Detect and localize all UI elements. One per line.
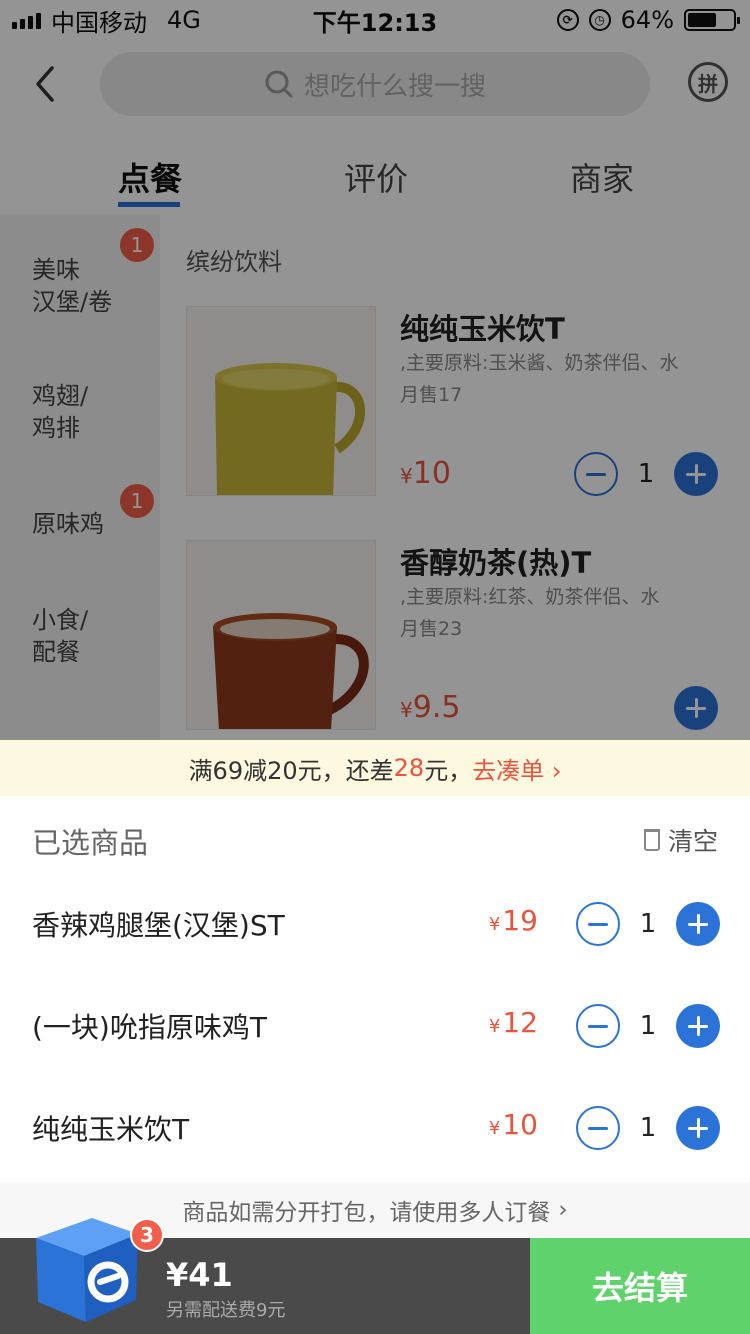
chevron-right-icon: › <box>558 1197 568 1223</box>
cart-box-icon[interactable] <box>30 1210 142 1324</box>
decrease-button[interactable] <box>576 1106 620 1150</box>
quantity-stepper: 1 <box>576 1004 720 1048</box>
cart-item-name: 香辣鸡腿堡(汉堡)ST <box>32 909 285 942</box>
delivery-fee: 另需配送费9元 <box>166 1300 286 1321</box>
cart-item: (一块)吮指原味鸡T ¥12 1 <box>0 976 750 1076</box>
clear-cart-button[interactable]: 清空 <box>643 822 718 858</box>
cart-item-price: ¥10 <box>488 1108 538 1141</box>
add-more-link[interactable]: 去凑单 › <box>472 751 561 786</box>
increase-button[interactable] <box>676 1106 720 1150</box>
cart-item-name: 纯纯玉米饮T <box>32 1113 190 1146</box>
trash-icon <box>643 829 660 851</box>
cart-sheet: 已选商品 清空 香辣鸡腿堡(汉堡)ST ¥19 1 (一块)吮指原味鸡T ¥12… <box>0 796 750 1182</box>
cart-title: 已选商品 <box>32 826 149 860</box>
quantity-stepper: 1 <box>576 902 720 946</box>
cart-item: 纯纯玉米饮T ¥10 1 <box>0 1078 750 1178</box>
cart-item: 香辣鸡腿堡(汉堡)ST ¥19 1 <box>0 874 750 974</box>
cart-item-price: ¥19 <box>488 904 538 937</box>
modal-backdrop[interactable] <box>0 0 750 740</box>
increase-button[interactable] <box>676 1004 720 1048</box>
increase-button[interactable] <box>676 902 720 946</box>
quantity-stepper: 1 <box>576 1106 720 1150</box>
cart-item-name: (一块)吮指原味鸡T <box>32 1011 267 1044</box>
decrease-button[interactable] <box>576 1004 620 1048</box>
quantity-value: 1 <box>639 909 657 939</box>
group-order-tip-text: 商品如需分开打包，请使用多人订餐 <box>182 1200 551 1226</box>
cart-count-badge: 3 <box>130 1218 164 1252</box>
cart-total: ¥41 <box>166 1256 233 1294</box>
clear-label: 清空 <box>667 827 718 856</box>
promo-amount: 28 <box>393 754 425 782</box>
promo-text: 满69减20元，还差 <box>188 756 394 785</box>
promo-suffix: 元， <box>424 756 473 785</box>
decrease-button[interactable] <box>576 902 620 946</box>
checkout-bar: 3 ¥41 另需配送费9元 去结算 <box>0 1218 750 1334</box>
cart-item-price: ¥12 <box>488 1006 538 1039</box>
quantity-value: 1 <box>639 1011 657 1041</box>
discount-banner[interactable]: 满69减20元，还差 28 元， 去凑单 › <box>0 740 750 796</box>
checkout-button[interactable]: 去结算 <box>530 1238 750 1334</box>
quantity-value: 1 <box>639 1113 657 1143</box>
